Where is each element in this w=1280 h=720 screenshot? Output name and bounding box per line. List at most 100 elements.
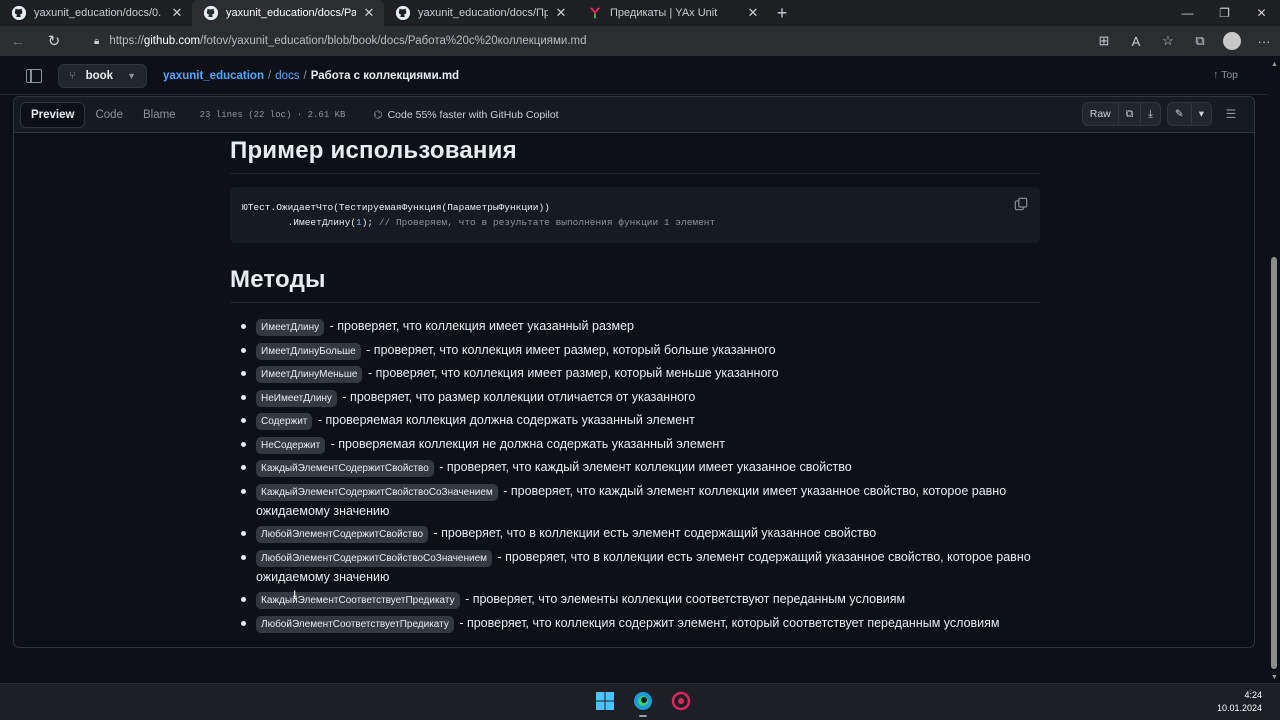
method-description: - проверяет, что размер коллекции отлича… xyxy=(338,389,696,404)
branch-icon: ⑂ xyxy=(69,69,76,82)
url-field[interactable]: 🔒︎ https://github.com/fotov/yaxunit_educ… xyxy=(88,30,1088,52)
breadcrumb-current-file: Работа с коллекциями.md xyxy=(310,69,460,82)
outline-list-icon[interactable]: ☰ xyxy=(1218,102,1244,126)
edit-pencil-icon[interactable]: ✎ xyxy=(1168,103,1192,125)
tab-title: Предикаты | YAx Unit xyxy=(610,7,718,19)
code-line-2-comment: // Проверяем, что в результате выполнени… xyxy=(378,217,716,228)
windows-start-icon[interactable] xyxy=(592,688,618,714)
restore-icon[interactable]: ❐ xyxy=(1206,0,1243,26)
method-description: - проверяет, что коллекция имеет указанн… xyxy=(326,319,634,333)
arrow-up-icon: ↑ xyxy=(1213,69,1219,81)
method-code: ЛюбойЭлементСоответствуетПредикату xyxy=(256,615,454,633)
section-heading-usage: Пример использования xyxy=(230,137,1040,174)
breadcrumb-folder-link[interactable]: docs xyxy=(275,70,299,82)
list-item: ИмеетДлину - проверяет, что коллекция им… xyxy=(230,317,1040,337)
method-code: ИмеетДлинуБольше xyxy=(256,342,361,360)
top-label: Top xyxy=(1221,69,1238,81)
app-icon[interactable] xyxy=(668,688,694,714)
scroll-up-icon[interactable]: ▲ xyxy=(1271,61,1278,68)
methods-list: ИмеетДлину - проверяет, что коллекция им… xyxy=(230,317,1040,634)
browser-tab-2[interactable]: yaxunit_education/docs/Предик ✕ xyxy=(384,0,576,26)
refresh-icon[interactable]: ↻ xyxy=(36,26,72,56)
method-code: ЛюбойЭлементСодержитСвойство xyxy=(256,526,429,543)
method-code: Содержит xyxy=(256,413,313,430)
download-icon[interactable]: ⤓ xyxy=(1141,103,1160,125)
method-description: - проверяет, что коллекция имеет размер,… xyxy=(364,366,779,380)
extensions-icon[interactable]: ⧉ xyxy=(1184,26,1216,56)
tab-code[interactable]: Code xyxy=(85,102,133,128)
minimize-icon[interactable]: — xyxy=(1169,0,1206,26)
clock-time: 4:24 xyxy=(1244,690,1262,700)
list-item: ЛюбойЭлементСоответствуетПредикату - про… xyxy=(230,614,1040,634)
edit-dropdown-icon[interactable]: ▾ xyxy=(1192,103,1211,125)
method-description: - проверяет, что каждый элемент коллекци… xyxy=(435,460,852,474)
app-available-icon[interactable]: ⊞ xyxy=(1088,26,1120,56)
url-host: github.com xyxy=(143,35,201,47)
tab-close-icon[interactable]: ✕ xyxy=(170,5,184,21)
profile-avatar[interactable] xyxy=(1216,26,1248,56)
method-code: КаждыйЭлементСодержитСвойствоСоЗначением xyxy=(256,483,498,501)
url-prefix: https:// xyxy=(109,35,144,47)
list-item: НеСодержит - проверяемая коллекция не до… xyxy=(230,435,1040,455)
method-description: - проверяемая коллекция должна содержать… xyxy=(314,413,695,427)
browser-tab-0[interactable]: yaxunit_education/docs/0. План ✕ xyxy=(0,0,192,26)
browser-toolbar-right: ⊞ A ☆ ⧉ ··· xyxy=(1088,26,1280,56)
browser-tab-1[interactable]: yaxunit_education/docs/Работа ✕ xyxy=(192,0,384,26)
code-line-2-suffix: ); xyxy=(361,217,379,228)
copy-code-icon[interactable] xyxy=(1014,197,1028,211)
method-description: - проверяет, что в коллекции есть элемен… xyxy=(430,526,877,540)
code-line-2-prefix: .ИмеетДлину( xyxy=(242,217,357,228)
method-code: КаждыйЭлементСодержитСвойство xyxy=(256,460,434,477)
tab-blame[interactable]: Blame xyxy=(133,102,186,128)
list-item: ЛюбойЭлементСодержитСвойство - проверяет… xyxy=(230,524,1040,544)
method-code: ЛюбойЭлементСодержитСвойствоСоЗначением xyxy=(256,549,493,567)
system-clock[interactable]: 4:24 10.01.2024 xyxy=(1217,689,1262,715)
list-item: ЛюбойЭлементСодержитСвойствоСоЗначением … xyxy=(230,548,1040,587)
chevron-down-icon: ▼ xyxy=(127,70,137,81)
tab-close-icon[interactable]: ✕ xyxy=(554,5,568,21)
branch-name: book xyxy=(85,69,114,82)
section-heading-methods: Методы xyxy=(230,266,1040,303)
copilot-promo[interactable]: ⌬ Code 55% faster with GitHub Copilot xyxy=(373,109,558,121)
raw-button[interactable]: Raw xyxy=(1083,103,1119,125)
tab-close-icon[interactable]: ✕ xyxy=(362,5,376,21)
copilot-icon: ⌬ xyxy=(373,108,383,121)
sidebar-toggle-icon[interactable] xyxy=(26,68,42,83)
lock-icon[interactable]: 🔒︎ xyxy=(94,36,99,47)
list-item: НеИмеетДлину - проверяет, что размер кол… xyxy=(230,388,1040,408)
taskbar-apps xyxy=(592,688,694,717)
page-scrollbar[interactable]: ▲ ▼ xyxy=(1268,57,1280,683)
markdown-body: Пример использования ЮТест.ОжидаетЧто(Те… xyxy=(230,137,1040,637)
address-bar-row: ← ↻ 🔒︎ https://github.com/fotov/yaxunit_… xyxy=(0,26,1280,56)
list-item: ИмеетДлинуМеньше - проверяет, что коллек… xyxy=(230,364,1040,384)
new-tab-button[interactable]: + xyxy=(768,0,796,26)
tab-preview[interactable]: Preview xyxy=(20,101,86,128)
scrollbar-thumb[interactable] xyxy=(1271,257,1277,669)
browser-menu-icon[interactable]: ··· xyxy=(1248,26,1280,56)
list-item: Содержит - проверяемая коллекция должна … xyxy=(230,411,1040,431)
view-switcher: Preview Code Blame xyxy=(20,101,186,128)
browser-tab-strip: yaxunit_education/docs/0. План ✕ yaxunit… xyxy=(0,0,1280,26)
method-code: ИмеетДлинуМеньше xyxy=(256,366,363,383)
file-actions: Raw ⧉ ⤓ ✎ ▾ ☰ xyxy=(1081,102,1244,126)
back-icon[interactable]: ← xyxy=(0,26,36,56)
list-item: ИмеетДлинуБольше - проверяет, что коллек… xyxy=(230,341,1040,361)
top-button[interactable]: ↑ Top xyxy=(1213,69,1238,81)
github-icon xyxy=(396,6,410,20)
tab-close-icon[interactable]: ✕ xyxy=(746,5,760,21)
copilot-text: Code 55% faster with GitHub Copilot xyxy=(387,108,559,121)
favorite-star-icon[interactable]: ☆ xyxy=(1152,26,1184,56)
copy-raw-icon[interactable]: ⧉ xyxy=(1119,103,1142,125)
file-toolbar: Preview Code Blame 23 lines (22 loc) · 2… xyxy=(14,97,1254,133)
github-icon xyxy=(12,6,26,20)
method-code: НеИмеетДлину xyxy=(256,389,337,407)
edge-icon[interactable] xyxy=(630,688,656,717)
method-description: - проверяет, что элементы коллекции соот… xyxy=(461,592,906,606)
method-description: - проверяет, что коллекция имеет размер,… xyxy=(362,342,776,357)
scroll-down-icon[interactable]: ▼ xyxy=(1271,674,1278,681)
browser-tab-3[interactable]: Предикаты | YAx Unit ✕ xyxy=(576,0,768,26)
close-window-icon[interactable]: ✕ xyxy=(1243,0,1280,26)
branch-selector[interactable]: ⑂ book ▼ xyxy=(58,63,148,88)
read-aloud-icon[interactable]: A xyxy=(1120,26,1152,56)
breadcrumb-repo-link[interactable]: yaxunit_education xyxy=(163,70,264,82)
